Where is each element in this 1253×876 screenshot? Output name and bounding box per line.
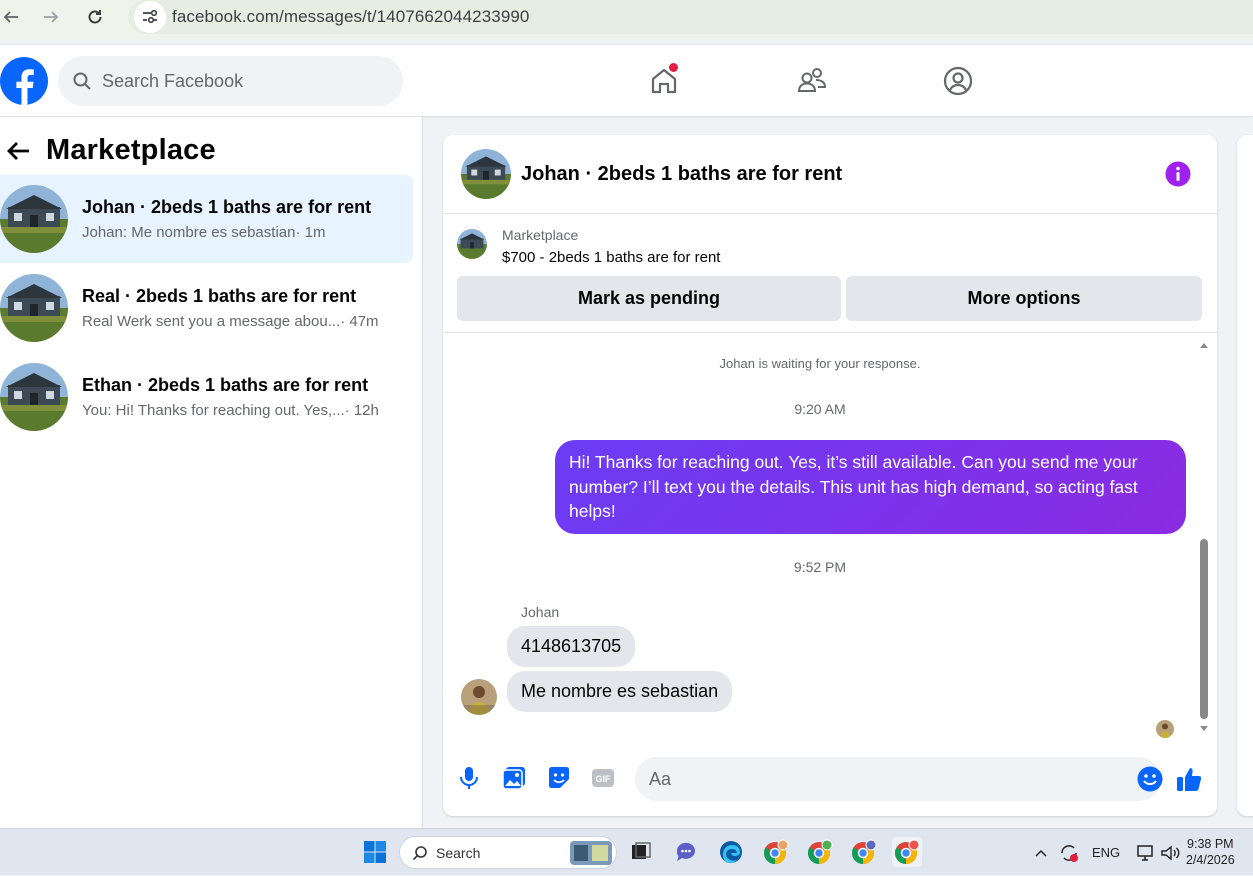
conversation-title: Johan · 2beds 1 baths are for rent <box>82 197 372 217</box>
url-text: facebook.com/messages/t/1407662044233990 <box>172 7 530 26</box>
listing-card: Marketplace $700 - 2beds 1 baths are for… <box>443 215 1217 333</box>
notification-dot <box>669 63 678 72</box>
chat-avatar[interactable] <box>461 149 511 199</box>
sender-avatar[interactable] <box>461 679 497 715</box>
system-clock[interactable]: 9:38 PM 2/4/2026 <box>1186 836 1235 868</box>
conversation-snippet: You: Hi! Thanks for reaching out. Yes,..… <box>82 402 345 419</box>
facebook-logo-icon[interactable] <box>0 57 48 105</box>
message-input[interactable] <box>649 768 1109 790</box>
chrome-profile-icon-active[interactable] <box>892 837 922 867</box>
search-bar[interactable] <box>58 56 403 106</box>
message-list: Johan is waiting for your response. 9:20… <box>443 334 1217 742</box>
chrome-profile-icon[interactable] <box>761 837 791 867</box>
profile-icon[interactable] <box>940 63 976 99</box>
volume-icon[interactable] <box>1160 844 1180 862</box>
search-icon <box>73 72 91 90</box>
mark-as-pending-button[interactable]: Mark as pending <box>457 276 841 321</box>
message-composer: GIF <box>443 747 1217 816</box>
sidebar-title: Marketplace <box>46 134 216 166</box>
incoming-message: Me nombre es sebastian <box>507 671 733 712</box>
windows-start-icon[interactable] <box>360 837 390 867</box>
friends-icon[interactable] <box>794 63 830 99</box>
task-view-icon[interactable] <box>626 837 656 867</box>
message-input-box[interactable] <box>635 757 1163 801</box>
conversation-snippet: Johan: Me nombre es sebastian <box>82 224 296 241</box>
chat-header: Johan · 2beds 1 baths are for rent <box>443 135 1217 214</box>
forward-icon[interactable] <box>40 6 62 28</box>
search-input[interactable] <box>102 70 382 92</box>
conversation-item-ethan[interactable]: Ethan · 2beds 1 baths are for rent You: … <box>0 353 413 441</box>
conversation-time: · 1m <box>295 224 326 241</box>
seen-indicator-avatar <box>1156 720 1174 738</box>
language-indicator[interactable]: ENG <box>1092 845 1120 860</box>
chat-title[interactable]: Johan · 2beds 1 baths are for rent <box>521 163 842 186</box>
listing-label: Marketplace <box>502 227 579 243</box>
back-arrow-icon[interactable] <box>6 138 32 164</box>
conversation-snippet: Real Werk sent you a message abou... <box>82 313 341 330</box>
search-icon <box>412 845 427 860</box>
chrome-profile-icon[interactable] <box>849 837 879 867</box>
timestamp: 9:52 PM <box>793 559 847 575</box>
sender-name: Johan <box>521 604 560 620</box>
clock-date: 2/4/2026 <box>1186 853 1235 867</box>
scroll-thumb[interactable] <box>1200 539 1208 719</box>
incoming-message: 4148613705 <box>507 626 636 667</box>
chat-panel: Johan · 2beds 1 baths are for rent Marke… <box>443 135 1217 816</box>
facebook-header <box>0 44 1253 116</box>
waiting-notice: Johan is waiting for your response. <box>719 356 921 371</box>
house-avatar <box>0 185 68 253</box>
sync-icon[interactable] <box>1058 842 1080 864</box>
conversation-time: · 47m <box>340 313 379 330</box>
house-avatar <box>0 363 68 431</box>
reload-icon[interactable] <box>84 6 106 28</box>
message-scrollbar[interactable] <box>1198 334 1210 742</box>
scroll-down-icon[interactable] <box>1198 724 1210 734</box>
conversation-item-real[interactable]: Real · 2beds 1 baths are for rent Real W… <box>0 264 413 352</box>
windows-taskbar: Search ENG 9:38 PM 2/4/2026 <box>0 828 1253 875</box>
gif-icon[interactable]: GIF <box>590 765 616 791</box>
chevron-up-icon[interactable] <box>1034 846 1048 860</box>
home-icon[interactable] <box>646 63 682 99</box>
taskbar-search[interactable]: Search <box>399 836 617 869</box>
info-icon[interactable] <box>1165 161 1191 187</box>
conversation-item-johan[interactable]: Johan · 2beds 1 baths are for rent Johan… <box>0 175 413 263</box>
more-options-button[interactable]: More options <box>846 276 1202 321</box>
teams-chat-icon[interactable] <box>671 837 701 867</box>
outgoing-message: Hi! Thanks for reaching out. Yes, it’s s… <box>555 440 1186 534</box>
svg-text:GIF: GIF <box>596 774 612 784</box>
clock-time: 9:38 PM <box>1187 837 1234 851</box>
photo-icon[interactable] <box>501 765 527 791</box>
site-info-icon[interactable] <box>134 1 166 33</box>
conversation-title: Real · 2beds 1 baths are for rent <box>82 286 357 306</box>
house-avatar <box>0 274 68 342</box>
address-bar[interactable]: facebook.com/messages/t/1407662044233990 <box>128 0 1253 34</box>
scroll-up-icon[interactable] <box>1198 340 1210 350</box>
conversation-title: Ethan · 2beds 1 baths are for rent <box>82 375 369 395</box>
sticker-icon[interactable] <box>546 765 572 791</box>
taskbar-search-label: Search <box>436 844 481 861</box>
network-icon[interactable] <box>1136 844 1156 862</box>
edge-browser-icon[interactable] <box>716 837 746 867</box>
search-highlight-icon <box>570 841 612 865</box>
conversation-sidebar: Marketplace Johan · 2beds 1 baths are fo… <box>0 117 423 828</box>
microphone-icon[interactable] <box>456 765 482 791</box>
system-tray: ENG <box>1034 829 1180 876</box>
emoji-icon[interactable] <box>1137 766 1163 792</box>
sidebar-header: Marketplace <box>6 134 216 167</box>
details-panel-edge <box>1237 135 1253 816</box>
listing-thumbnail[interactable] <box>457 229 487 259</box>
chrome-profile-icon[interactable] <box>805 837 835 867</box>
timestamp: 9:20 AM <box>794 401 846 417</box>
browser-toolbar: facebook.com/messages/t/1407662044233990 <box>0 0 1253 40</box>
listing-price[interactable]: $700 - 2beds 1 baths are for rent <box>502 249 720 266</box>
conversation-time: · 12h <box>344 402 379 419</box>
thumbs-up-icon[interactable] <box>1175 765 1203 793</box>
back-icon[interactable] <box>0 6 22 28</box>
